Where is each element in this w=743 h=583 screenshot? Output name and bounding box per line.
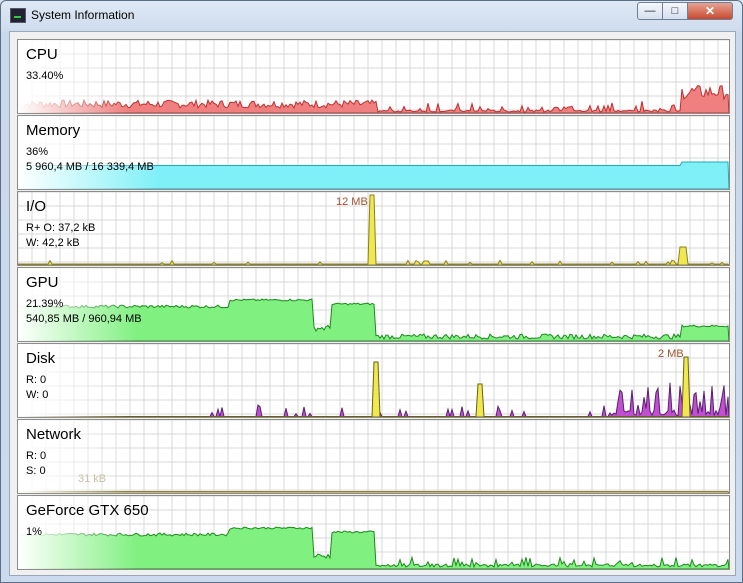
- io-write-value: W: 42,2 kB: [26, 237, 80, 249]
- title-bar[interactable]: System Information — □ ✕: [1, 1, 742, 31]
- client-area: CPU 33.40% Memory 36% 5 960,4 MB / 16 33…: [9, 31, 736, 576]
- memory-usage-value: 5 960,4 MB / 16 339,4 MB: [26, 161, 154, 173]
- disk-title: Disk: [26, 350, 56, 367]
- network-received-value: R: 0: [26, 450, 47, 462]
- network-graph: [18, 420, 729, 493]
- io-read-value: R+ O: 37,2 kB: [26, 222, 96, 234]
- gpu-usage-value: 21.39%: [26, 298, 64, 310]
- geforce-panel: GeForce GTX 650 1%: [17, 495, 730, 570]
- gpu-title: GPU: [26, 274, 59, 291]
- gpu-panel: GPU 21.39% 540,85 MB / 960,94 MB: [17, 267, 730, 342]
- gpu-memory-value: 540,85 MB / 960,94 MB: [26, 313, 142, 325]
- geforce-usage-value: 1%: [26, 526, 42, 538]
- network-title: Network: [26, 426, 82, 443]
- io-title: I/O: [26, 198, 47, 215]
- gpu-graph: [18, 268, 729, 341]
- memory-title: Memory: [26, 122, 81, 139]
- monitor-icon: [10, 8, 26, 23]
- minimize-button[interactable]: —: [637, 2, 663, 20]
- geforce-title: GeForce GTX 650: [26, 502, 149, 519]
- disk-peak-label: 2 MB: [658, 348, 684, 360]
- io-graph: [18, 192, 729, 265]
- cpu-usage-value: 33.40%: [26, 70, 64, 82]
- cpu-graph: [18, 40, 729, 113]
- memory-percent: 36%: [26, 146, 49, 158]
- cpu-title: CPU: [26, 46, 58, 63]
- io-panel: I/O R+ O: 37,2 kB W: 42,2 kB 12 MB: [17, 191, 730, 266]
- disk-read-value: R: 0: [26, 374, 47, 386]
- disk-panel: Disk R: 0 W: 0 2 MB: [17, 343, 730, 418]
- disk-graph: [18, 344, 729, 417]
- memory-panel: Memory 36% 5 960,4 MB / 16 339,4 MB: [17, 115, 730, 190]
- memory-graph: [18, 116, 729, 189]
- minimize-icon: —: [644, 5, 656, 17]
- disk-write-value: W: 0: [26, 389, 49, 401]
- close-icon: ✕: [704, 4, 716, 18]
- network-sent-value: S: 0: [26, 465, 46, 477]
- maximize-icon: □: [671, 5, 679, 17]
- window-title: System Information: [31, 8, 135, 22]
- close-button[interactable]: ✕: [687, 2, 733, 20]
- network-peak-label: 31 kB: [78, 473, 107, 485]
- cpu-panel: CPU 33.40%: [17, 39, 730, 114]
- network-panel: Network R: 0 S: 0 31 kB: [17, 419, 730, 494]
- system-information-window: System Information — □ ✕ CPU 33.40% Memo…: [0, 0, 743, 583]
- maximize-button[interactable]: □: [662, 2, 688, 20]
- io-peak-label: 12 MB: [336, 196, 368, 208]
